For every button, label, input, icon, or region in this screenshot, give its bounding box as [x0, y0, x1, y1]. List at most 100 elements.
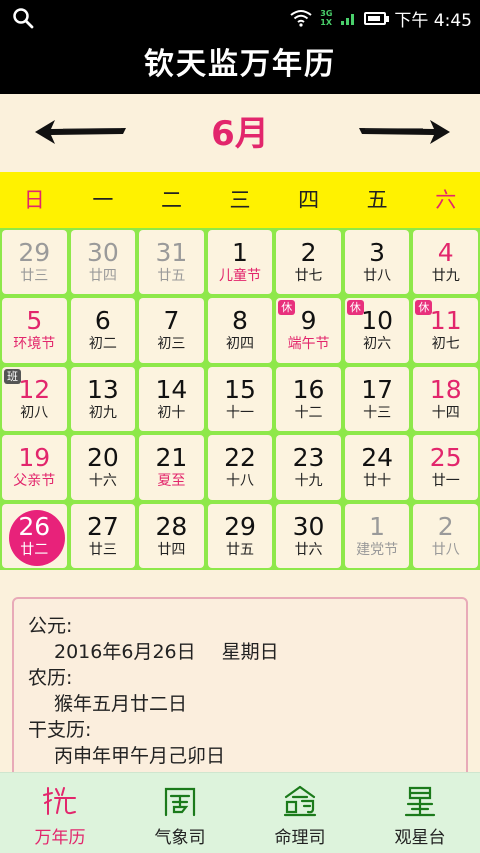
lunar-day-label: 十四	[431, 404, 460, 421]
next-month-arrow-icon[interactable]	[357, 114, 452, 150]
lunar-day-label: 初十	[157, 404, 186, 421]
calendar-day-cell[interactable]: 14 初十	[139, 366, 204, 432]
calendar-day-cell[interactable]: 4 廿九	[413, 230, 478, 295]
day-number: 30	[292, 511, 325, 541]
day-number: 21	[155, 443, 188, 473]
lunar-day-label: 廿三	[88, 541, 117, 558]
ganzhi-date: 丙申年甲午月己卯日	[54, 745, 226, 767]
calendar-day-cell[interactable]: 31 廿五	[139, 230, 204, 295]
weekday-thursday: 四	[298, 188, 320, 212]
network-3g-label: 3G	[320, 9, 333, 18]
calendar-seal-icon	[43, 787, 76, 815]
lunar-day-label: 初三	[157, 336, 186, 353]
calendar-day-cell[interactable]: 29 廿五	[207, 503, 273, 568]
calendar-day-cell[interactable]: 18 十四	[413, 366, 478, 432]
status-indicators: 3G 1X 下午 4:45	[290, 6, 472, 31]
nav-fortune[interactable]: 命理司	[240, 773, 360, 853]
day-number: 19	[18, 443, 51, 473]
day-number: 20	[86, 443, 119, 473]
ganzhi-label: 干支历:	[28, 719, 92, 741]
status-bar: 3G 1X 下午 4:45	[0, 0, 480, 36]
calendar-day-cell[interactable]: 23 十九	[276, 435, 341, 500]
lunar-day-label: 十二	[294, 404, 323, 421]
calendar-day-cell[interactable]: 2 廿七	[276, 230, 341, 295]
calendar-day-cell[interactable]: 8 初四	[207, 298, 273, 363]
month-header: 6月	[0, 94, 480, 172]
day-number: 28	[155, 511, 188, 541]
day-number: 3	[369, 238, 386, 267]
nav-calendar-label: 万年历	[34, 828, 86, 848]
day-number: 17	[361, 374, 394, 404]
calendar-day-cell[interactable]: 27 廿三	[70, 503, 136, 568]
calendar-day-cell[interactable]: 班 12 初八	[2, 366, 67, 432]
calendar-day-cell[interactable]: 30 廿四	[70, 230, 136, 295]
calendar-day-cell[interactable]: 17 十三	[344, 366, 410, 432]
weekday-sunday: 日	[23, 188, 45, 212]
calendar-day-cell[interactable]: 29 廿三	[2, 230, 67, 295]
lunar-day-label: 廿八	[363, 268, 392, 284]
calendar-day-cell[interactable]: 20 十六	[70, 435, 136, 500]
lunar-day-label: 父亲节	[13, 473, 56, 490]
workday-badge: 班	[4, 368, 21, 384]
calendar-day-cell[interactable]: 7 初三	[139, 298, 204, 363]
calendar-day-cell[interactable]: 5 环境节	[2, 298, 67, 363]
lunar-day-label: 儿童节	[218, 268, 261, 284]
weekday-friday: 五	[366, 188, 388, 212]
calendar-day-cell[interactable]: 28 廿四	[139, 503, 204, 568]
lunar-day-label: 夏至	[157, 473, 186, 490]
status-time: 下午 4:45	[394, 10, 472, 31]
calendar-day-cell[interactable]: 6 初二	[70, 298, 136, 363]
day-number: 6	[94, 306, 111, 336]
calendar-day-cell[interactable]: 休 9 端午节	[276, 298, 341, 363]
weekday-saturday: 六	[435, 188, 457, 212]
lunar-day-label: 十六	[88, 473, 117, 490]
calendar-day-cell[interactable]: 25 廿一	[413, 435, 478, 500]
lunar-day-label: 十一	[225, 404, 254, 421]
nav-weather[interactable]: 气象司	[120, 773, 240, 853]
nav-calendar[interactable]: 万年历	[0, 773, 120, 853]
lunar-day-label: 廿七	[294, 268, 323, 284]
lunar-day-label: 廿四	[88, 268, 117, 284]
calendar-day-cell[interactable]: 15 十一	[207, 366, 273, 432]
lunar-day-label: 初九	[88, 404, 117, 421]
weekday-value: 星期日	[221, 641, 279, 663]
calendar-day-cell[interactable]: 3 廿八	[344, 230, 410, 295]
calendar-grid: 29 廿三 30 廿四 31 廿五 1 儿童节 2 廿七 3 廿八 4 廿九 5 环境节 6 初二 7 初三 8 初四休 9…	[0, 228, 480, 570]
calendar-day-cell[interactable]: 22 十八	[207, 435, 273, 500]
lunar-day-label: 十八	[225, 473, 254, 490]
search-icon[interactable]	[12, 7, 34, 29]
rest-day-badge: 休	[415, 300, 433, 316]
calendar-day-cell[interactable]: 13 初九	[70, 366, 136, 432]
calendar-day-cell[interactable]: 26 廿二	[2, 503, 67, 568]
day-number: 5	[26, 306, 43, 336]
nav-stars[interactable]: 观星台	[360, 773, 480, 853]
calendar-day-cell[interactable]: 2 廿八	[413, 503, 478, 568]
fortune-seal-icon	[283, 785, 317, 817]
star-seal-icon	[404, 786, 436, 817]
lunar-day-label: 廿二	[20, 541, 49, 558]
calendar-day-cell[interactable]: 30 廿六	[276, 503, 341, 568]
lunar-day-label: 十九	[294, 473, 323, 490]
calendar-day-cell[interactable]: 1 儿童节	[207, 230, 273, 295]
rest-day-badge: 休	[278, 300, 296, 316]
calendar-day-cell[interactable]: 24 廿十	[344, 435, 410, 500]
day-number: 1	[232, 238, 248, 267]
day-number: 31	[155, 238, 188, 267]
calendar-day-cell[interactable]: 21 夏至	[139, 435, 204, 500]
network-indicator: 3G 1X	[320, 9, 332, 27]
lunar-label: 农历:	[28, 667, 73, 689]
calendar-day-cell[interactable]: 休 10 初六	[344, 298, 410, 363]
lunar-date: 猴年五月廿二日	[54, 693, 188, 715]
calendar-day-cell[interactable]: 16 十二	[276, 366, 341, 432]
signal-icon	[341, 14, 355, 25]
nav-weather-label: 气象司	[154, 828, 206, 848]
day-number: 24	[361, 443, 394, 473]
calendar-day-cell[interactable]: 休 11 初七	[413, 298, 478, 363]
lunar-day-label: 初二	[88, 336, 117, 353]
date-info-card: 公元: 2016年6月26日 星期日 农历: 猴年五月廿二日 干支历: 丙申年甲午…	[12, 597, 468, 787]
calendar-day-cell[interactable]: 19 父亲节	[2, 435, 67, 500]
lunar-day-label: 端午节	[287, 336, 330, 353]
calendar-day-cell[interactable]: 1 建党节	[344, 503, 410, 568]
day-number: 13	[86, 374, 119, 404]
gregorian-value: 2016年6月26日 星期日	[28, 639, 466, 665]
